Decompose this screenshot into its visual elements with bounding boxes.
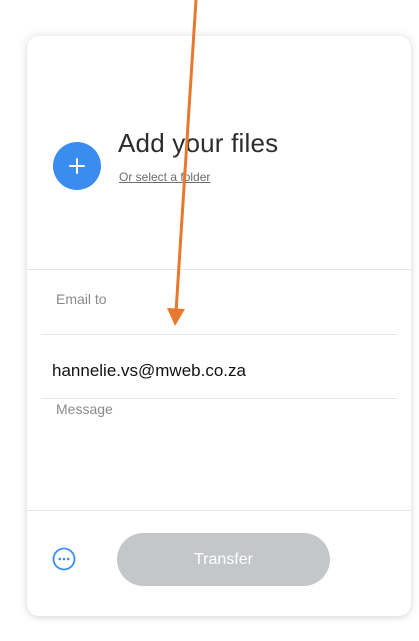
plus-icon — [53, 142, 101, 190]
divider — [27, 510, 411, 511]
select-folder-link[interactable]: Or select a folder — [119, 170, 210, 184]
email-recipient-field[interactable]: hannelie.vs@mweb.co.za — [52, 361, 246, 381]
transfer-button-label: Transfer — [194, 550, 253, 568]
screenshot-canvas: Add your files Or select a folder Email … — [0, 0, 419, 641]
transfer-button[interactable]: Transfer — [117, 533, 330, 586]
add-files-title: Add your files — [118, 128, 279, 158]
more-options-icon — [52, 547, 76, 571]
divider — [41, 398, 397, 399]
transfer-panel: Add your files Or select a folder Email … — [27, 36, 411, 616]
more-options-button[interactable] — [51, 546, 77, 572]
message-field[interactable]: Message — [56, 401, 113, 417]
divider — [27, 269, 411, 270]
email-to-label[interactable]: Email to — [56, 291, 107, 307]
divider — [41, 334, 397, 335]
add-files-area[interactable]: Add your files Or select a folder — [27, 36, 411, 266]
add-files-button[interactable] — [53, 142, 101, 190]
